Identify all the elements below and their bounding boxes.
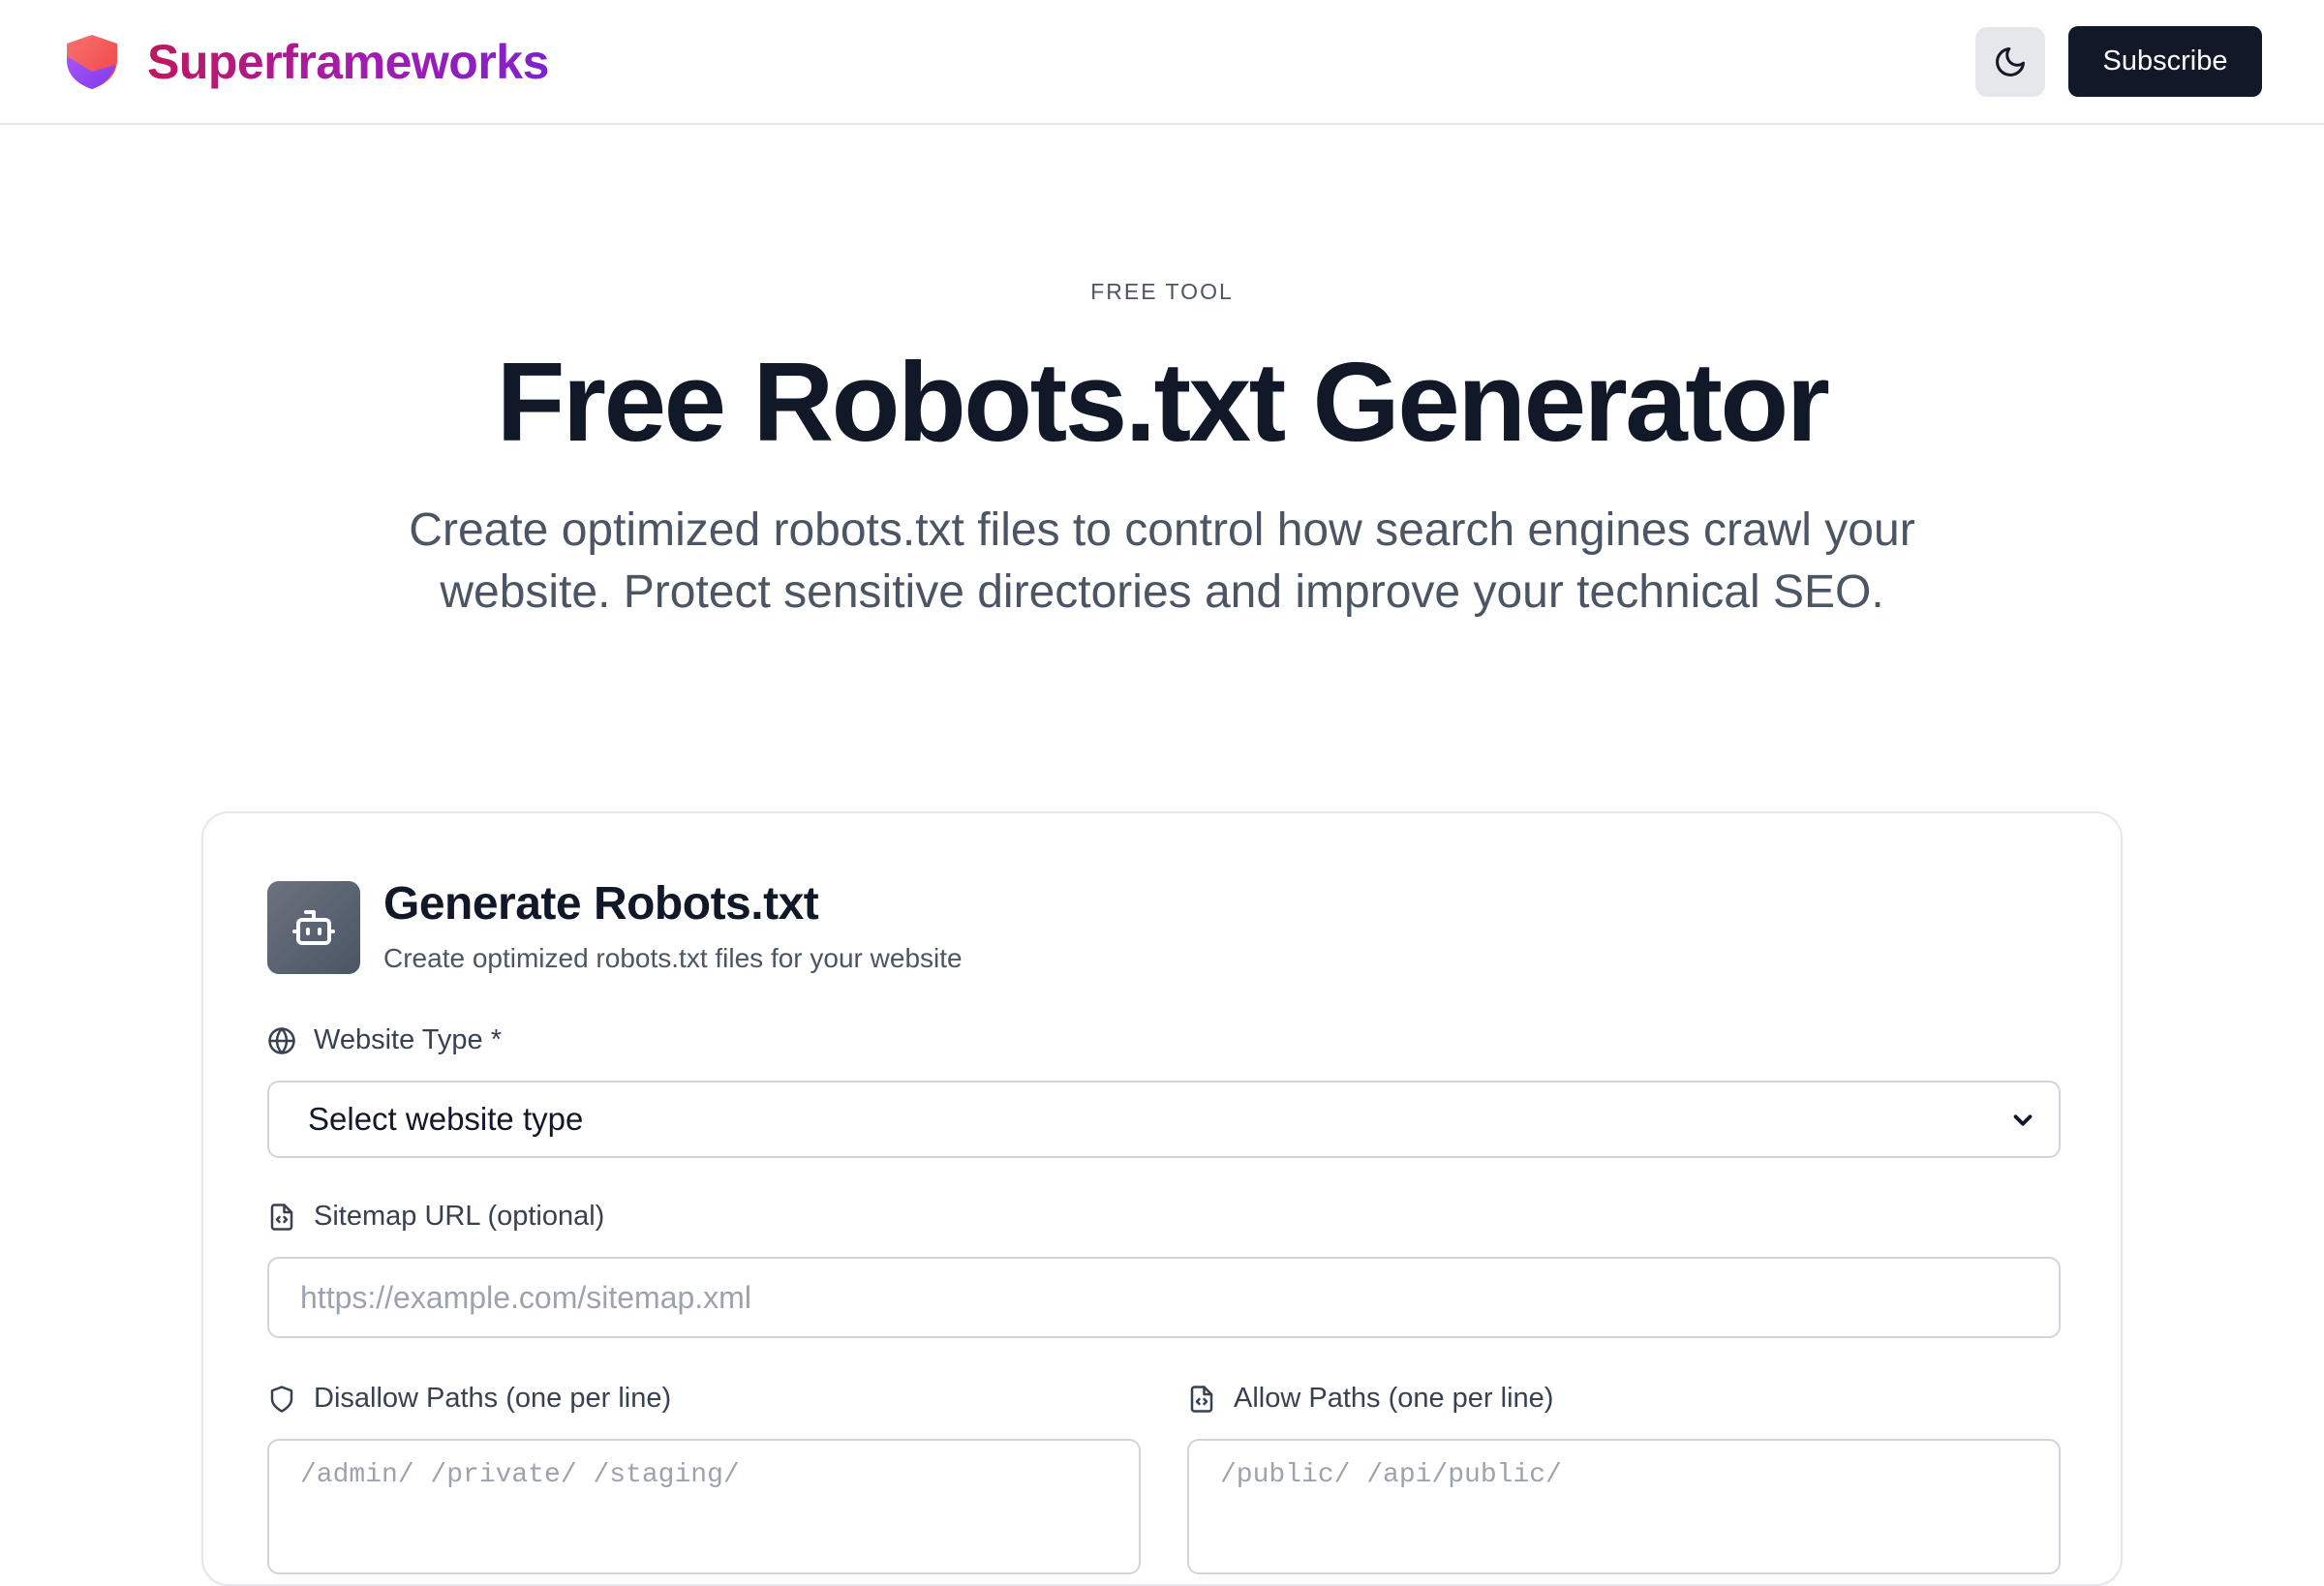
moon-icon xyxy=(1996,47,2025,76)
top-navigation-bar: Superframeworks Subscribe xyxy=(0,0,2324,125)
card-icon-tile xyxy=(267,881,360,974)
disallow-paths-label: Disallow Paths (one per line) xyxy=(267,1383,671,1415)
theme-toggle-button[interactable] xyxy=(1975,27,2045,97)
website-type-select[interactable]: Select website type xyxy=(267,1081,2061,1158)
website-type-selected-value: Select website type xyxy=(308,1101,584,1137)
sitemap-url-label-text: Sitemap URL (optional) xyxy=(314,1201,605,1232)
bot-icon xyxy=(292,910,335,945)
website-type-label: Website Type * xyxy=(267,1024,502,1056)
allow-paths-textarea[interactable] xyxy=(1187,1439,2061,1574)
allow-paths-label: Allow Paths (one per line) xyxy=(1187,1383,1553,1415)
website-type-label-text: Website Type * xyxy=(314,1024,502,1055)
file-code-icon xyxy=(267,1203,296,1232)
disallow-paths-textarea[interactable] xyxy=(267,1439,1141,1574)
brand-name: Superframeworks xyxy=(147,35,549,89)
hero-subtitle: Create optimized robots.txt files to con… xyxy=(409,504,1915,618)
brand-link[interactable]: Superframeworks xyxy=(64,33,549,91)
shield-icon xyxy=(267,1385,296,1414)
disallow-paths-label-text: Disallow Paths (one per line) xyxy=(314,1383,672,1414)
page-title: Free Robots.txt Generator xyxy=(496,339,1830,465)
card-subtitle: Create optimized robots.txt files for yo… xyxy=(383,943,963,973)
sitemap-url-input[interactable] xyxy=(267,1257,2061,1338)
chevron-down-icon xyxy=(2013,1114,2033,1126)
sitemap-url-label: Sitemap URL (optional) xyxy=(267,1201,604,1233)
card-title: Generate Robots.txt xyxy=(383,878,819,930)
robots-generator-card: Generate Robots.txt Create optimized rob… xyxy=(201,811,2123,1586)
subscribe-button[interactable]: Subscribe xyxy=(2068,26,2262,97)
shield-logo-icon xyxy=(67,35,117,89)
file-code-icon xyxy=(1187,1385,1216,1414)
allow-paths-label-text: Allow Paths (one per line) xyxy=(1234,1383,1554,1414)
hero-eyebrow: FREE TOOL xyxy=(1090,279,1234,304)
globe-icon xyxy=(267,1026,296,1055)
